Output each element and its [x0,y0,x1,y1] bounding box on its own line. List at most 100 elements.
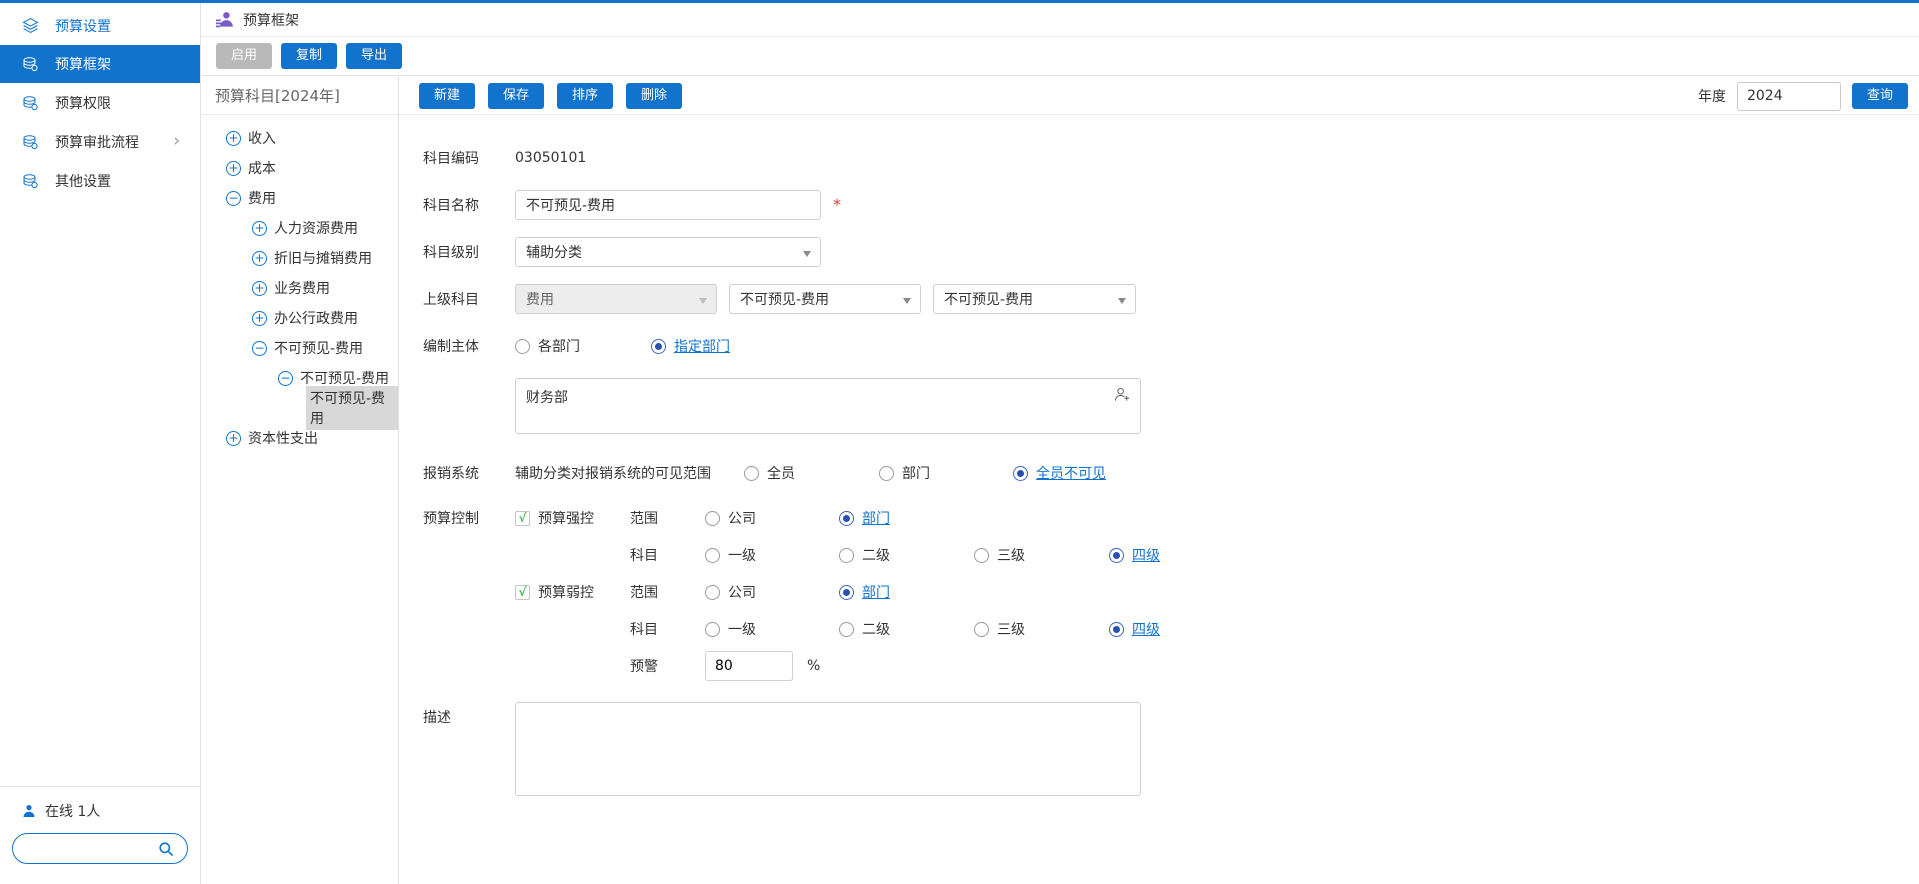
collapse-icon[interactable]: − [226,191,241,206]
top-accent-bar [0,0,1919,3]
tree-node-expense[interactable]: − 费用 [202,183,398,213]
search-input[interactable] [25,836,160,861]
tree-node-unforeseen-expense-leaf-selected[interactable]: 不可预见-费用 [202,393,398,423]
radio-weak-subject-level3[interactable]: 三级 [974,619,1109,639]
radio-weak-scope-company[interactable]: 公司 [705,582,839,602]
tree-node-income[interactable]: + 收入 [202,123,398,153]
sidebar-item-budget-settings[interactable]: 预算设置 [0,6,200,45]
description-label: 描述 [423,702,515,727]
departments-value: 财务部 [526,390,568,406]
reimburse-label: 报销系统 [423,463,515,483]
person-list-icon [215,10,234,29]
checkbox-check-icon: √ [515,585,530,600]
expand-icon[interactable]: + [226,161,241,176]
departments-box[interactable]: 财务部 [515,378,1141,434]
radio-everyone[interactable]: 全员 [744,463,879,483]
query-button[interactable]: 查询 [1852,83,1908,109]
strong-scope-label: 范围 [630,508,705,528]
sidebar-item-budget-permission[interactable]: 预算权限 [0,83,200,122]
radio-weak-subject-level1[interactable]: 一级 [705,619,839,639]
year-input[interactable] [1737,82,1841,111]
export-button[interactable]: 导出 [346,43,402,69]
user-icon [22,804,36,818]
tree-node-office-admin-expense[interactable]: + 办公行政费用 [202,303,398,333]
radio-weak-scope-department[interactable]: 部门 [839,582,890,602]
parent-subject-select-level3[interactable]: 不可预见-费用 [933,284,1136,314]
tree-node-hr-expense[interactable]: + 人力资源费用 [202,213,398,243]
radio-icon [705,511,720,526]
coins-icon [22,94,40,112]
new-button[interactable]: 新建 [419,83,475,109]
weak-control-checkbox[interactable]: √ 预算弱控 [515,582,630,602]
radio-all-departments[interactable]: 各部门 [515,336,651,356]
subject-level-row: 科目级别 辅助分类 [423,237,1919,267]
tree-node-cost[interactable]: + 成本 [202,153,398,183]
add-person-icon[interactable] [1114,387,1131,402]
required-asterisk: * [833,190,841,220]
radio-strong-scope-department[interactable]: 部门 [839,508,890,528]
enable-button[interactable]: 启用 [216,43,272,69]
radio-icon [879,466,894,481]
expand-icon[interactable]: + [226,131,241,146]
tree-list: + 收入 + 成本 − 费用 + 人力资源费用 [202,115,398,453]
weak-subject-label: 科目 [630,619,705,639]
radio-weak-subject-level2[interactable]: 二级 [839,619,974,639]
chevron-right-icon: › [173,133,180,150]
sidebar-item-other-settings[interactable]: 其他设置 [0,161,200,200]
subject-level-select[interactable]: 辅助分类 [515,237,821,267]
description-textarea[interactable] [515,702,1141,796]
expand-icon[interactable]: + [252,251,267,266]
weak-scope-label: 范围 [630,582,705,602]
radio-invisible-to-all[interactable]: 全员不可见 [1013,463,1106,483]
tree-node-business-expense[interactable]: + 业务费用 [202,273,398,303]
radio-strong-subject-level2[interactable]: 二级 [839,545,974,565]
subject-level-label: 科目级别 [423,242,515,262]
compile-subject-row: 编制主体 各部门 指定部门 [423,331,1919,361]
sidebar-search-box [12,833,188,864]
subject-code-label: 科目编码 [423,148,515,168]
subject-code-value: 03050101 [515,150,586,166]
parent-subject-select-level2[interactable]: 不可预见-费用 [729,284,921,314]
radio-weak-subject-level4[interactable]: 四级 [1109,619,1160,639]
delete-button[interactable]: 删除 [626,83,682,109]
sidebar-item-budget-framework[interactable]: 预算框架 [0,45,200,83]
expand-icon[interactable]: + [226,431,241,446]
expand-icon[interactable]: + [252,221,267,236]
collapse-icon[interactable]: − [252,341,267,356]
warning-threshold-input[interactable] [705,651,793,681]
sidebar-item-approval-flow[interactable]: 预算审批流程 › [0,122,200,161]
radio-strong-subject-level3[interactable]: 三级 [974,545,1109,565]
radio-icon [839,585,854,600]
coins-icon [22,55,40,73]
form-body: 科目编码 03050101 科目名称 * 科目级别 辅助分类 [399,115,1919,796]
year-filter-group: 年度 查询 [1698,77,1908,115]
sidebar-item-label: 预算框架 [55,54,111,74]
search-icon[interactable] [158,841,174,857]
radio-strong-scope-company[interactable]: 公司 [705,508,839,528]
sidebar: 预算设置 预算框架 预算权限 预算审批流程 › 其他设置 [0,3,201,884]
online-status-label: 在线 1人 [45,801,100,821]
radio-icon [974,622,989,637]
page-title: 预算框架 [243,10,299,30]
tree-panel-title: 预算科目[2024年] [202,77,398,115]
content: 预算科目[2024年] + 收入 + 成本 − 费用 + [202,77,1919,884]
radio-specified-departments[interactable]: 指定部门 [651,336,730,356]
sort-button[interactable]: 排序 [557,83,613,109]
radio-icon [974,548,989,563]
expand-icon[interactable]: + [252,311,267,326]
strong-control-checkbox[interactable]: √ 预算强控 [515,508,630,528]
departments-row: 财务部 [423,378,1919,458]
collapse-icon[interactable]: − [278,371,293,386]
page-header: 预算框架 [202,3,1919,37]
tree-node-depreciation-expense[interactable]: + 折旧与摊销费用 [202,243,398,273]
tree-node-unforeseen-expense[interactable]: − 不可预见-费用 [202,333,398,363]
radio-department[interactable]: 部门 [879,463,1013,483]
sidebar-item-label: 预算权限 [55,93,111,113]
radio-strong-subject-level4[interactable]: 四级 [1109,545,1160,565]
radio-strong-subject-level1[interactable]: 一级 [705,545,839,565]
subject-name-input[interactable] [515,190,821,220]
copy-button[interactable]: 复制 [281,43,337,69]
save-button[interactable]: 保存 [488,83,544,109]
expand-icon[interactable]: + [252,281,267,296]
sidebar-item-label: 其他设置 [55,171,111,191]
